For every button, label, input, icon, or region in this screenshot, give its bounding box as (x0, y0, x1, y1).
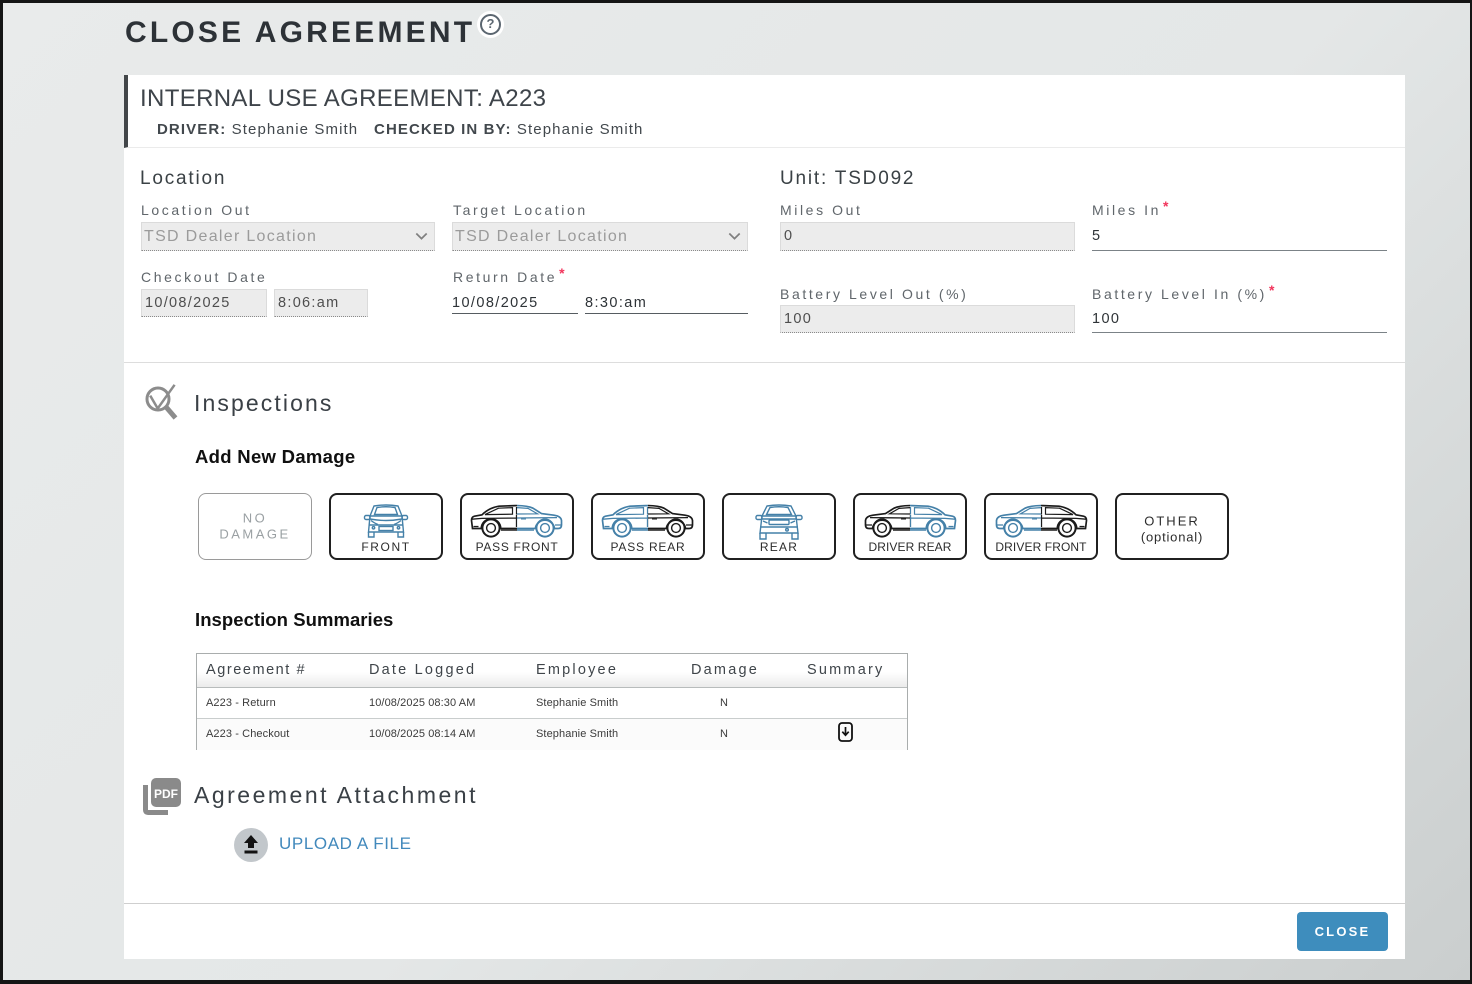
svg-text:PDF: PDF (154, 787, 178, 801)
